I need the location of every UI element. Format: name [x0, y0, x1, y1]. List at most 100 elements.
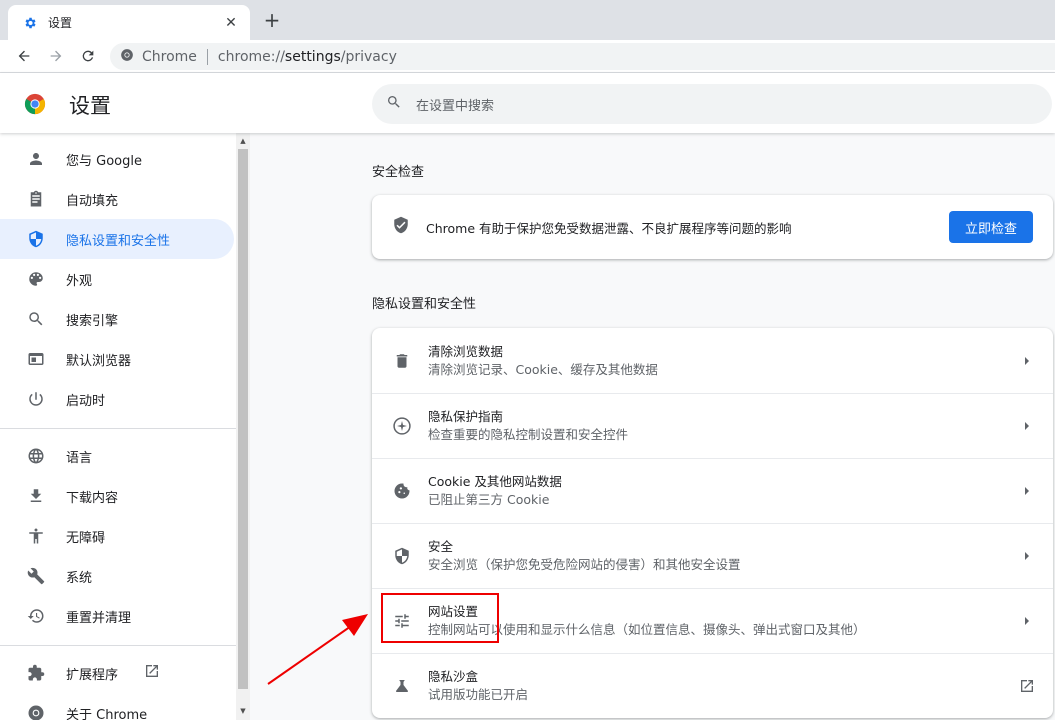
page-title: 设置 [69, 94, 111, 118]
close-icon[interactable]: ✕ [222, 14, 240, 32]
chevron-right-icon [1015, 544, 1039, 568]
check-now-button[interactable]: 立即检查 [948, 211, 1033, 243]
new-tab-button[interactable]: + [262, 10, 282, 30]
sidebar-item-label: 扩展程序 [66, 667, 119, 683]
sidebar-item-label: 无障碍 [66, 530, 106, 546]
row-subtitle: 清除浏览记录、Cookie、缓存及其他数据 [428, 361, 658, 377]
row-cookies[interactable]: Cookie 及其他网站数据 已阻止第三方 Cookie [372, 458, 1053, 523]
search-placeholder: 在设置中搜索 [416, 98, 495, 114]
shield-icon [26, 229, 46, 249]
annotation-highlight-box [381, 593, 499, 643]
palette-icon [26, 269, 46, 289]
accessibility-icon [26, 526, 46, 546]
settings-header: 设置 在设置中搜索 [0, 73, 1055, 133]
sidebar-divider [0, 428, 236, 429]
search-icon [26, 309, 46, 329]
row-clear-browsing-data[interactable]: 清除浏览数据 清除浏览记录、Cookie、缓存及其他数据 [372, 328, 1053, 393]
person-icon [26, 149, 46, 169]
row-title: Cookie 及其他网站数据 [428, 474, 562, 489]
sidebar: 您与 Google 自动填充 隐私设置和安全性 外观 搜索引擎 默认浏览器 启动… [0, 133, 236, 720]
sidebar-item-autofill[interactable]: 自动填充 [0, 179, 234, 219]
sidebar-item-search-engine[interactable]: 搜索引擎 [0, 299, 234, 339]
power-icon [26, 389, 46, 409]
row-subtitle: 安全浏览（保护您免受危险网站的侵害）和其他安全设置 [428, 557, 741, 572]
back-button[interactable] [12, 44, 36, 68]
row-privacy-sandbox[interactable]: 隐私沙盒 试用版功能已开启 [372, 653, 1053, 718]
compass-icon [392, 416, 412, 436]
download-icon [26, 486, 46, 506]
row-title: 隐私沙盒 [428, 669, 479, 684]
scrollbar-thumb[interactable] [238, 149, 248, 689]
shield-half-icon [392, 546, 412, 566]
row-subtitle: 控制网站可以使用和显示什么信息（如位置信息、摄像头、弹出式窗口及其他） [428, 622, 866, 637]
sidebar-item-on-startup[interactable]: 启动时 [0, 379, 234, 419]
scroll-up-arrow-icon[interactable]: ▲ [239, 137, 247, 145]
chrome-icon [120, 48, 134, 66]
privacy-section-title: 隐私设置和安全性 [372, 297, 477, 312]
annotation-arrow [267, 614, 368, 685]
browser-icon [26, 349, 46, 369]
shield-check-icon [392, 216, 410, 238]
omnibox-chip-label: Chrome [142, 48, 197, 65]
row-privacy-guide[interactable]: 隐私保护指南 检查重要的隐私控制设置和安全控件 [372, 393, 1053, 458]
sidebar-item-label: 隐私设置和安全性 [66, 233, 171, 249]
tab-settings[interactable]: 设置 ✕ [8, 5, 250, 40]
sidebar-item-label: 重置并清理 [66, 610, 132, 626]
row-subtitle: 已阻止第三方 Cookie [428, 492, 550, 507]
sidebar-item-label: 外观 [66, 273, 93, 289]
sidebar-item-label: 启动时 [66, 393, 106, 409]
open-in-new-icon [1015, 674, 1039, 698]
safety-check-card: Chrome 有助于保护您免受数据泄露、不良扩展程序等问题的影响 立即检查 [372, 195, 1053, 259]
sidebar-item-extensions[interactable]: 扩展程序 [0, 653, 234, 693]
sidebar-item-languages[interactable]: 语言 [0, 436, 234, 476]
scroll-down-arrow-icon[interactable]: ▼ [239, 707, 247, 715]
sidebar-item-label: 搜索引擎 [66, 313, 119, 329]
chevron-right-icon [1015, 349, 1039, 373]
sidebar-item-accessibility[interactable]: 无障碍 [0, 516, 234, 556]
safety-check-description: Chrome 有助于保护您免受数据泄露、不良扩展程序等问题的影响 [426, 220, 792, 236]
chevron-right-icon [1015, 479, 1039, 503]
restore-icon [26, 606, 46, 626]
privacy-card: 清除浏览数据 清除浏览记录、Cookie、缓存及其他数据 隐私保护指南 检查重要… [372, 328, 1053, 718]
clipboard-icon [26, 189, 46, 209]
sidebar-item-default-browser[interactable]: 默认浏览器 [0, 339, 234, 379]
chrome-icon [26, 703, 46, 720]
chevron-right-icon [1015, 609, 1039, 633]
sidebar-item-label: 自动填充 [66, 193, 119, 209]
search-input[interactable]: 在设置中搜索 [372, 84, 1052, 124]
sidebar-item-you-and-google[interactable]: 您与 Google [0, 139, 234, 179]
omnibox-separator [206, 48, 208, 65]
sidebar-divider [0, 645, 236, 646]
sidebar-item-appearance[interactable]: 外观 [0, 259, 234, 299]
row-title: 清除浏览数据 [428, 343, 504, 359]
sidebar-scrollbar[interactable]: ▲ ▼ [236, 133, 250, 720]
sidebar-item-about-chrome[interactable]: 关于 Chrome [0, 693, 234, 720]
omnibox-url: chrome://settings/privacy [217, 48, 397, 65]
tab-strip: 设置 ✕ + [0, 0, 1055, 40]
sidebar-item-label: 下载内容 [66, 490, 119, 506]
sidebar-item-label: 您与 Google [66, 153, 142, 169]
row-subtitle: 试用版功能已开启 [428, 687, 529, 702]
search-icon [386, 94, 402, 114]
globe-icon [26, 446, 46, 466]
tab-title: 设置 [48, 16, 73, 30]
browser-toolbar: Chrome chrome://settings/privacy [0, 40, 1055, 73]
chrome-logo-icon [24, 93, 46, 115]
sidebar-item-privacy[interactable]: 隐私设置和安全性 [0, 219, 234, 259]
arrow-right-icon [50, 50, 62, 62]
row-security[interactable]: 安全 安全浏览（保护您免受危险网站的侵害）和其他安全设置 [372, 523, 1053, 588]
sidebar-item-label: 默认浏览器 [66, 353, 132, 369]
address-bar[interactable]: Chrome chrome://settings/privacy [110, 43, 1055, 70]
sidebar-item-system[interactable]: 系统 [0, 556, 234, 596]
sidebar-item-reset[interactable]: 重置并清理 [0, 596, 234, 636]
sidebar-item-downloads[interactable]: 下载内容 [0, 476, 234, 516]
reload-button[interactable] [76, 44, 100, 68]
row-title: 网站设置 [428, 604, 479, 619]
cookie-icon [392, 481, 412, 501]
sidebar-item-label: 关于 Chrome [66, 707, 148, 720]
puzzle-icon [26, 663, 46, 683]
row-subtitle: 检查重要的隐私控制设置和安全控件 [428, 427, 629, 442]
forward-button[interactable] [44, 44, 68, 68]
safety-check-title: 安全检查 [372, 165, 425, 180]
open-in-new-icon [144, 663, 160, 683]
